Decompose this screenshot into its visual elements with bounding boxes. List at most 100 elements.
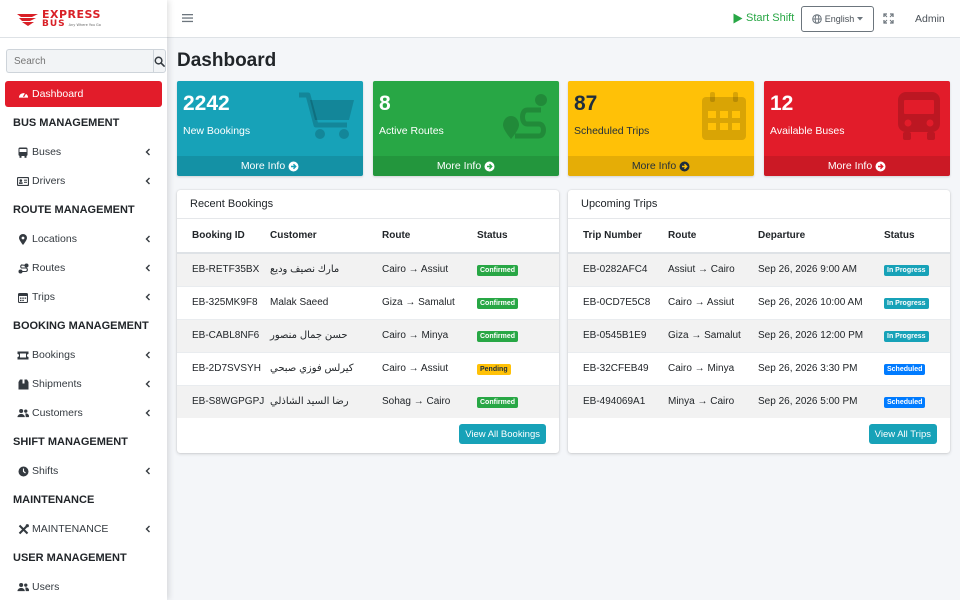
menu-toggle-icon[interactable] xyxy=(182,13,193,23)
column-header: Customer xyxy=(270,219,382,254)
recent-bookings-table: Booking ID Customer Route Status EB-RETF… xyxy=(177,219,559,418)
search-button[interactable] xyxy=(153,49,166,73)
view-all-bookings-button[interactable]: View All Bookings xyxy=(459,424,546,444)
sidebar-item-shipments[interactable]: Shipments xyxy=(5,371,162,397)
chevron-left-icon xyxy=(145,467,150,475)
more-info-link[interactable]: More Info xyxy=(764,156,950,176)
sidebar-item-label: Dashboard xyxy=(32,88,84,100)
logo-bus-text: BUS xyxy=(42,18,66,29)
brand[interactable]: EXPRESS BUS Any Where You Go xyxy=(0,0,167,38)
table-row: EB-0282AFC4 Assiut → Cairo Sep 26, 2026 … xyxy=(568,252,950,286)
booking-id: EB-2D7SVSYH xyxy=(177,351,270,385)
status-badge: In Progress xyxy=(884,264,929,276)
stat-box-available-buses: 12 Available Buses More Info xyxy=(764,81,950,176)
sidebar-item-maintenance[interactable]: MAINTENANCE xyxy=(5,516,162,542)
fullscreen-icon[interactable] xyxy=(883,13,894,24)
globe-icon xyxy=(811,14,822,24)
table-row: EB-0545B1E9 Giza → Samalut Sep 26, 2026 … xyxy=(568,318,950,352)
chevron-left-icon xyxy=(145,380,150,388)
sidebar-item-label: Routes xyxy=(32,262,66,274)
status-badge: Pending xyxy=(477,363,511,375)
sidebar-item-label: Shipments xyxy=(32,378,82,390)
status-badge: Scheduled xyxy=(884,363,926,375)
sidebar-item-label: Drivers xyxy=(32,175,66,187)
logo-express-text: EXPRESS xyxy=(42,7,101,21)
sidebar: EXPRESS BUSAny Where You Go Dashboard BU… xyxy=(0,0,167,600)
column-header: Departure xyxy=(758,219,884,254)
gauge-icon xyxy=(18,92,28,98)
sidebar-item-locations[interactable]: Locations xyxy=(5,226,162,252)
route: Assiut → Cairo xyxy=(668,252,758,286)
chevron-left-icon xyxy=(145,525,150,533)
id-card-icon xyxy=(17,176,29,186)
users-icon xyxy=(17,582,29,592)
sidebar-item-shifts[interactable]: Shifts xyxy=(5,458,162,484)
route: Giza → Samalut xyxy=(668,318,758,352)
customer-name: رضا السيد الشاذلي xyxy=(270,384,382,418)
section-shift-management: SHIFT MANAGEMENT xyxy=(13,436,128,448)
departure: Sep 26, 2026 3:30 PM xyxy=(758,351,884,385)
search-input[interactable] xyxy=(6,49,153,73)
bus-icon xyxy=(898,92,940,140)
card-title: Recent Bookings xyxy=(177,190,559,219)
route: Minya → Cairo xyxy=(668,384,758,418)
calendar-icon xyxy=(702,92,746,140)
box-icon xyxy=(18,379,28,389)
language-dropdown[interactable]: English xyxy=(801,6,874,32)
departure: Sep 26, 2026 5:00 PM xyxy=(758,384,884,418)
status-badge: Confirmed xyxy=(477,297,518,309)
trip-number: EB-0CD7E5C8 xyxy=(568,285,668,319)
departure: Sep 26, 2026 10:00 AM xyxy=(758,285,884,319)
stat-value: 2242 xyxy=(183,92,230,115)
sidebar-item-customers[interactable]: Customers xyxy=(5,400,162,426)
page-title: Dashboard xyxy=(177,50,277,71)
more-info-link[interactable]: More Info xyxy=(177,156,363,176)
chevron-left-icon xyxy=(145,351,150,359)
section-route-management: ROUTE MANAGEMENT xyxy=(13,204,135,216)
sidebar-search xyxy=(6,49,166,73)
chevron-left-icon xyxy=(145,177,150,185)
stat-box-active-routes: 8 Active Routes More Info xyxy=(373,81,559,176)
sidebar-item-bookings[interactable]: Bookings xyxy=(5,342,162,368)
bus-icon xyxy=(18,147,28,158)
section-user-management: USER MANAGEMENT xyxy=(13,552,127,564)
departure: Sep 26, 2026 12:00 PM xyxy=(758,318,884,352)
route: Cairo → Assiut xyxy=(382,351,477,385)
arrow-circle-right-icon xyxy=(875,161,886,171)
table-row: EB-S8WGPGPJ رضا السيد الشاذلي Sohag → Ca… xyxy=(177,384,559,418)
column-header: Booking ID xyxy=(177,219,270,254)
stat-label: Active Routes xyxy=(379,125,444,137)
view-all-trips-button[interactable]: View All Trips xyxy=(868,424,937,444)
route-icon xyxy=(503,94,547,139)
sidebar-item-label: MAINTENANCE xyxy=(32,523,109,535)
sidebar-item-label: Trips xyxy=(32,291,55,303)
more-info-label: More Info xyxy=(827,160,873,172)
table-row: EB-CABL8NF6 حسن جمال منصور Cairo → Minya… xyxy=(177,318,559,352)
calendar-icon xyxy=(18,292,28,303)
stat-label: Available Buses xyxy=(770,125,845,137)
sidebar-item-dashboard[interactable]: Dashboard xyxy=(5,81,162,107)
table-row: EB-0CD7E5C8 Cairo → Assiut Sep 26, 2026 … xyxy=(568,285,950,319)
more-info-link[interactable]: More Info xyxy=(373,156,559,176)
stat-value: 8 xyxy=(379,92,391,115)
column-header: Trip Number xyxy=(568,219,668,254)
more-info-label: More Info xyxy=(631,160,677,172)
sidebar-item-users[interactable]: Users xyxy=(5,574,162,600)
sidebar-item-routes[interactable]: Routes xyxy=(5,255,162,281)
arrow-circle-right-icon xyxy=(484,161,495,171)
stat-box-new-bookings: 2242 New Bookings More Info xyxy=(177,81,363,176)
start-shift-button[interactable]: Start Shift xyxy=(733,12,794,24)
express-bus-logo[interactable]: EXPRESS BUS Any Where You Go xyxy=(16,9,101,29)
more-info-link[interactable]: More Info xyxy=(568,156,754,176)
more-info-label: More Info xyxy=(436,160,482,172)
sidebar-item-buses[interactable]: Buses xyxy=(5,139,162,165)
column-header: Route xyxy=(668,219,758,254)
sidebar-item-drivers[interactable]: Drivers xyxy=(5,168,162,194)
cart-icon xyxy=(299,92,354,139)
sidebar-item-label: Customers xyxy=(32,407,83,419)
sidebar-item-trips[interactable]: Trips xyxy=(5,284,162,310)
trip-number: EB-494069A1 xyxy=(568,384,668,418)
trip-number: EB-0545B1E9 xyxy=(568,318,668,352)
search-icon xyxy=(154,56,165,67)
user-menu[interactable]: Admin xyxy=(915,13,945,25)
